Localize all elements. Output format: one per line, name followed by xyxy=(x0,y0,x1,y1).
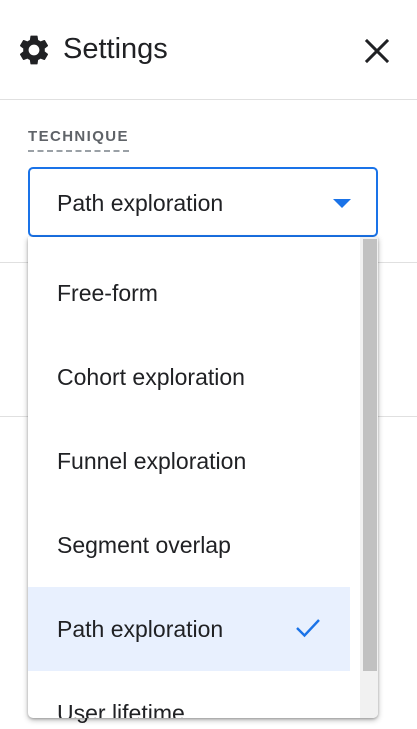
scrollbar-thumb[interactable] xyxy=(363,239,377,671)
menu-item-label: Funnel exploration xyxy=(57,448,247,474)
menu-item-label: User lifetime xyxy=(57,700,185,718)
technique-label: TECHNIQUE xyxy=(28,128,129,152)
technique-dropdown-menu: Free-form Cohort exploration Funnel expl… xyxy=(28,237,378,718)
check-icon xyxy=(296,619,320,638)
menu-item-label: Cohort exploration xyxy=(57,364,245,390)
caret-down-icon xyxy=(333,199,351,208)
menu-item-label: Path exploration xyxy=(57,616,224,642)
menu-item-cohort-exploration[interactable]: Cohort exploration xyxy=(28,335,350,419)
scrollbar[interactable] xyxy=(360,237,378,718)
menu-item-free-form[interactable]: Free-form xyxy=(28,251,350,335)
menu-item-label: Segment overlap xyxy=(57,532,231,558)
page-title: Settings xyxy=(63,33,168,65)
settings-header: Settings xyxy=(0,0,417,100)
menu-item-path-exploration[interactable]: Path exploration xyxy=(28,587,350,671)
gear-icon xyxy=(19,35,49,65)
technique-select[interactable]: Path exploration xyxy=(28,167,378,237)
menu-item-funnel-exploration[interactable]: Funnel exploration xyxy=(28,419,350,503)
technique-select-value: Path exploration xyxy=(57,190,224,216)
menu-item-user-lifetime[interactable]: User lifetime xyxy=(28,671,350,718)
menu-item-label: Free-form xyxy=(57,280,158,306)
menu-item-segment-overlap[interactable]: Segment overlap xyxy=(28,503,350,587)
close-icon[interactable] xyxy=(362,36,392,66)
